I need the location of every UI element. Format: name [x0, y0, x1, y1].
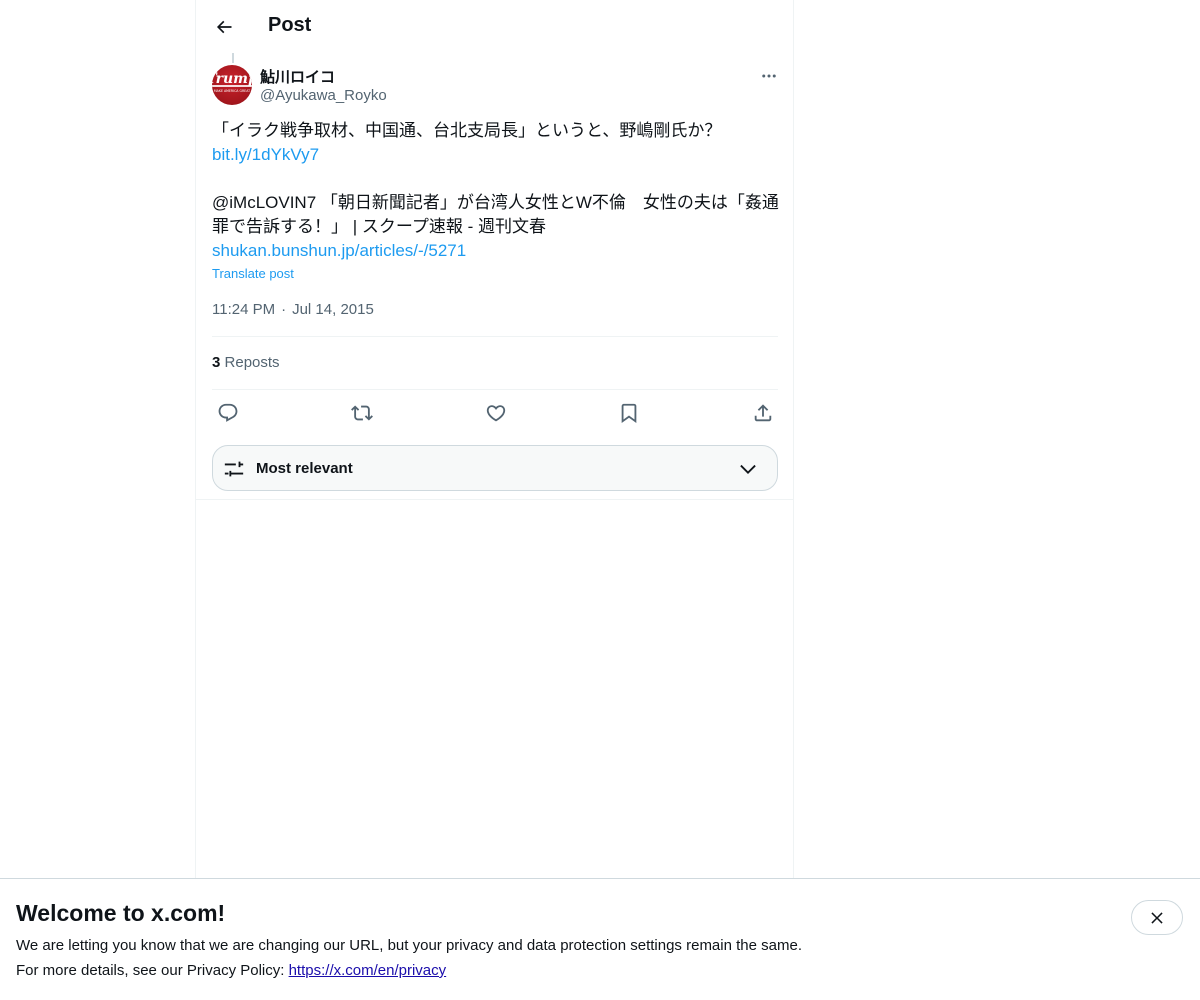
divider	[212, 336, 778, 337]
avatar-logo-text: Trump	[212, 71, 252, 87]
banner-privacy-note: For more details, see our Privacy Policy…	[16, 962, 446, 979]
repost-count[interactable]: 3 Reposts	[212, 354, 280, 371]
post-link-article[interactable]: shukan.bunshun.jp/articles/-/5271	[212, 239, 780, 263]
post-text-line: 「イラク戦争取材、中国通、台北支局長」というと、野嶋剛氏か？	[212, 121, 722, 140]
bookmark-button[interactable]	[617, 401, 641, 425]
sort-label: Most relevant	[256, 460, 353, 477]
page-title: Post	[268, 14, 312, 36]
post-header: Post	[196, 0, 793, 54]
back-button[interactable]	[207, 10, 241, 44]
banner-privacy-prefix: For more details, see our Privacy Policy…	[16, 962, 289, 979]
repost-icon	[351, 405, 373, 421]
avatar[interactable]: Trump MAKE AMERICA GREAT	[212, 65, 252, 105]
post-timestamp: 11:24 PM · Jul 14, 2015	[212, 301, 374, 318]
repost-count-label: Reposts	[224, 354, 280, 371]
share-icon	[754, 404, 772, 422]
divider	[212, 389, 778, 390]
section-divider	[196, 499, 793, 500]
post-column: Post Trump MAKE AMERICA GREAT 鮎川ロイコ @Ayu…	[195, 0, 794, 1000]
post-time[interactable]: 11:24 PM	[212, 301, 275, 318]
post-text-spacer	[212, 167, 780, 191]
reply-icon	[218, 403, 238, 422]
avatar-logo-subtext: MAKE AMERICA GREAT	[214, 89, 250, 93]
chevron-down-icon	[740, 464, 756, 474]
post-text: 「イラク戦争取材、中国通、台北支局長」というと、野嶋剛氏か？ bit.ly/1d…	[212, 119, 780, 263]
author-name[interactable]: 鮎川ロイコ	[260, 66, 335, 87]
heart-icon	[486, 405, 506, 422]
banner-message: We are letting you know that we are chan…	[16, 937, 802, 954]
reply-button[interactable]	[216, 401, 240, 425]
sliders-icon	[224, 461, 244, 477]
post-date[interactable]: Jul 14, 2015	[292, 301, 374, 318]
url-change-banner: Welcome to x.com! We are letting you kno…	[0, 878, 1200, 1000]
like-button[interactable]	[484, 401, 508, 425]
repost-count-value: 3	[212, 354, 221, 371]
post-text-line: 罪で告訴する！」 | スクープ速報 - 週刊文春	[212, 217, 546, 236]
meta-separator: ·	[281, 301, 287, 318]
more-dots-icon	[762, 74, 776, 78]
repost-button[interactable]	[350, 401, 374, 425]
privacy-policy-link[interactable]: https://x.com/en/privacy	[289, 962, 447, 979]
post-link-short[interactable]: bit.ly/1dYkVy7	[212, 143, 780, 167]
bookmark-icon	[621, 403, 637, 424]
more-options-button[interactable]	[756, 63, 782, 89]
share-button[interactable]	[751, 401, 775, 425]
banner-title: Welcome to x.com!	[16, 900, 226, 926]
author-handle[interactable]: @Ayukawa_Royko	[260, 87, 387, 104]
arrow-left-icon	[216, 20, 232, 34]
close-icon	[1151, 911, 1163, 924]
thread-connector	[232, 53, 234, 63]
post-text-line: @iMcLOVIN7 「朝日新聞記者」が台湾人女性とW不倫 女性の夫は「姦通	[212, 193, 779, 212]
reply-sort-dropdown[interactable]: Most relevant	[212, 445, 778, 491]
close-banner-button[interactable]	[1131, 900, 1183, 935]
translate-post-link[interactable]: Translate post	[212, 266, 294, 281]
